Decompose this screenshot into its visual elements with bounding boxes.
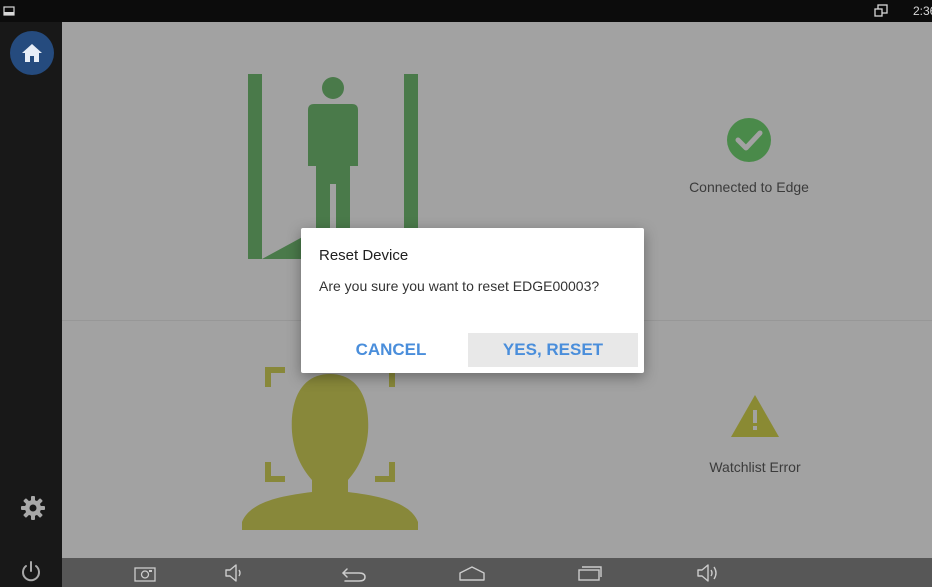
dialog-title: Reset Device [319, 247, 409, 264]
screenshot-icon[interactable] [134, 566, 156, 582]
warning-icon [731, 395, 779, 437]
reset-device-dialog: Reset Device Are you sure you want to re… [301, 228, 644, 373]
back-icon[interactable] [341, 566, 367, 582]
dialog-message: Are you sure you want to reset EDGE00003… [319, 278, 600, 294]
connection-status-label: Connected to Edge [689, 179, 809, 195]
clock: 2:36 [913, 4, 932, 18]
cast-icon [874, 4, 888, 17]
volume-down-icon[interactable] [224, 564, 246, 582]
navigation-bar [0, 558, 932, 587]
notification-icon [3, 6, 15, 16]
settings-icon[interactable] [20, 495, 46, 521]
status-bar: 2:36 [0, 0, 932, 22]
left-rail [0, 22, 62, 558]
cancel-button[interactable]: CANCEL [335, 333, 447, 367]
home-icon [22, 44, 42, 62]
nav-strip [62, 558, 932, 587]
volume-up-icon[interactable] [696, 564, 722, 582]
check-circle-icon [727, 118, 771, 162]
power-icon[interactable] [20, 560, 42, 582]
home-nav-icon[interactable] [458, 565, 486, 581]
home-button[interactable] [10, 31, 54, 75]
yes-reset-button[interactable]: YES, RESET [468, 333, 638, 367]
power-area [0, 558, 62, 587]
face-recognition-graphic [242, 367, 418, 530]
watchlist-status-label: Watchlist Error [709, 459, 801, 475]
recents-icon[interactable] [577, 565, 603, 581]
